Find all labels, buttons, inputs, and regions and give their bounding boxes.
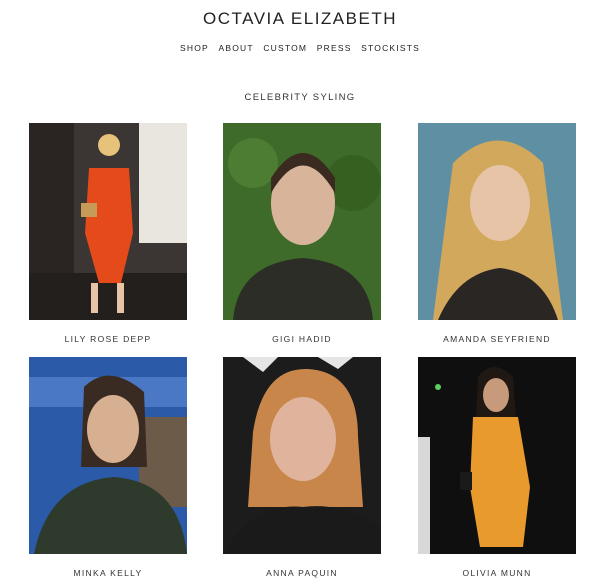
gallery-card: LILY ROSE DEPP xyxy=(29,123,187,344)
celebrity-photo[interactable] xyxy=(418,123,576,320)
nav-about[interactable]: ABOUT xyxy=(218,43,253,53)
nav-shop[interactable]: SHOP xyxy=(180,43,209,53)
celebrity-photo[interactable] xyxy=(418,357,576,554)
celebrity-photo[interactable] xyxy=(29,357,187,554)
gallery-card: GIGI HADID xyxy=(223,123,381,344)
celebrity-name: ANNA PAQUIN xyxy=(266,568,338,578)
gallery-card: OLIVIA MUNN xyxy=(418,357,576,578)
main-nav: SHOP ABOUT CUSTOM PRESS STOCKISTS xyxy=(0,43,600,53)
celebrity-photo[interactable] xyxy=(223,123,381,320)
nav-press[interactable]: PRESS xyxy=(317,43,352,53)
nav-custom[interactable]: CUSTOM xyxy=(263,43,307,53)
gallery-card: AMANDA SEYFRIEND xyxy=(418,123,576,344)
celebrity-photo[interactable] xyxy=(29,123,187,320)
celebrity-name: MINKA KELLY xyxy=(73,568,143,578)
gallery-card: ANNA PAQUIN xyxy=(223,357,381,578)
celebrity-name: OLIVIA MUNN xyxy=(462,568,532,578)
celebrity-name: LILY ROSE DEPP xyxy=(64,334,152,344)
brand-title[interactable]: OCTAVIA ELIZABETH xyxy=(0,9,600,29)
section-title: CELEBRITY SYLING xyxy=(244,92,356,103)
celebrity-name: AMANDA SEYFRIEND xyxy=(443,334,551,344)
gallery-card: MINKA KELLY xyxy=(29,357,187,578)
celebrity-photo[interactable] xyxy=(223,357,381,554)
nav-stockists[interactable]: STOCKISTS xyxy=(361,43,420,53)
celebrity-name: GIGI HADID xyxy=(272,334,332,344)
